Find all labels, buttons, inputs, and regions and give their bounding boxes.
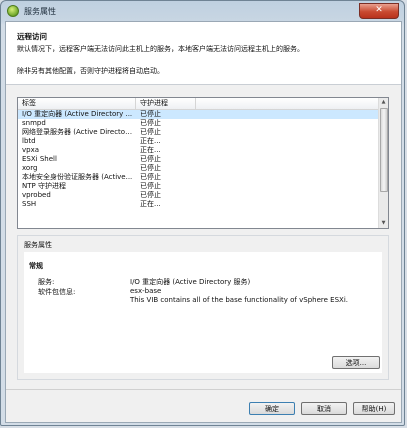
title-bar[interactable]: 服务属性 ✕: [1, 1, 404, 21]
window-title: 服务属性: [24, 6, 56, 16]
row-status: 已停止: [140, 119, 161, 127]
row-label: snmpd: [22, 119, 46, 127]
list-row[interactable]: vprobed 已停止: [18, 191, 379, 200]
service-key: 服务:: [38, 278, 55, 286]
row-label: xorg: [22, 164, 38, 172]
row-status: 已停止: [140, 173, 161, 181]
list-row[interactable]: vpxa 正在...: [18, 146, 379, 155]
service-properties-window: 服务属性 ✕ 远程访问 默认情况下，远程客户端无法访问此主机上的服务，本地客户端…: [0, 0, 405, 426]
help-button[interactable]: 帮助(H): [353, 402, 395, 415]
list-scrollbar[interactable]: ▲ ▼: [378, 98, 388, 228]
service-value: I/O 重定向器 (Active Directory 服务): [130, 278, 251, 286]
header-title: 远程访问: [17, 32, 47, 41]
list-row[interactable]: 本地安全身份验证服务器 (Active... 已停止: [18, 173, 379, 182]
row-status: 已停止: [140, 155, 161, 163]
dialog-header: 远程访问 默认情况下，远程客户端无法访问此主机上的服务，本地客户端无法访问远程主…: [6, 22, 401, 85]
row-label: vpxa: [22, 146, 40, 154]
scroll-up-arrow-icon[interactable]: ▲: [379, 98, 388, 107]
general-section-title: 常规: [29, 262, 43, 270]
header-note: 除非另有其他配置，否则守护进程将自动启动。: [17, 67, 164, 75]
package-name: esx-base: [130, 287, 162, 295]
footer-divider: [6, 389, 401, 390]
row-label: 本地安全身份验证服务器 (Active...: [22, 173, 133, 181]
list-row[interactable]: lbtd 正在...: [18, 137, 379, 146]
list-row[interactable]: I/O 重定向器 (Active Directory ... 已停止: [18, 110, 379, 119]
row-status: 已停止: [140, 110, 161, 118]
row-label: I/O 重定向器 (Active Directory ...: [22, 110, 133, 118]
properties-group-label: 服务属性: [24, 241, 52, 249]
row-label: NTP 守护进程: [22, 182, 66, 190]
row-label: SSH: [22, 200, 37, 208]
header-description: 默认情况下，远程客户端无法访问此主机上的服务，本地客户端无法访问远程主机上的服务…: [17, 45, 304, 53]
row-status: 已停止: [140, 128, 161, 136]
row-status: 正在...: [140, 137, 161, 145]
package-description: This VIB contains all of the base functi…: [130, 296, 348, 304]
row-status: 正在...: [140, 146, 161, 154]
list-row[interactable]: snmpd 已停止: [18, 119, 379, 128]
services-list[interactable]: 标签 守护进程 I/O 重定向器 (Active Directory ... 已停…: [17, 97, 389, 229]
row-label: ESXi Shell: [22, 155, 57, 163]
column-header-daemon[interactable]: 守护进程: [136, 98, 196, 109]
row-status: 已停止: [140, 182, 161, 190]
ok-button[interactable]: 确定: [249, 402, 295, 415]
row-status: 已停止: [140, 191, 161, 199]
row-label: lbtd: [22, 137, 36, 145]
properties-panel: 常规 服务: I/O 重定向器 (Active Directory 服务) 软件…: [24, 252, 382, 373]
list-row[interactable]: xorg 已停止: [18, 164, 379, 173]
row-status: 已停止: [140, 164, 161, 172]
row-label: vprobed: [22, 191, 51, 199]
list-row[interactable]: ESXi Shell 已停止: [18, 155, 379, 164]
dialog-client-area: 远程访问 默认情况下，远程客户端无法访问此主机上的服务，本地客户端无法访问远程主…: [5, 21, 402, 423]
list-rows: I/O 重定向器 (Active Directory ... 已停止 snmpd 已…: [18, 110, 379, 209]
vsphere-app-icon: [7, 5, 19, 17]
close-button[interactable]: ✕: [359, 3, 399, 19]
package-key: 软件包信息:: [38, 288, 76, 296]
list-header: 标签 守护进程: [18, 98, 379, 110]
options-button[interactable]: 选项...: [332, 356, 380, 369]
column-header-label[interactable]: 标签: [18, 98, 136, 109]
cancel-button[interactable]: 取消: [301, 402, 347, 415]
row-status: 正在...: [140, 200, 161, 208]
scroll-down-arrow-icon[interactable]: ▼: [379, 219, 388, 228]
scrollbar-thumb[interactable]: [380, 108, 388, 192]
list-row[interactable]: 网络登录服务器 (Active Directory ... 已停止: [18, 128, 379, 137]
row-label: 网络登录服务器 (Active Directory ...: [22, 128, 134, 136]
list-row[interactable]: SSH 正在...: [18, 200, 379, 209]
list-row[interactable]: NTP 守护进程 已停止: [18, 182, 379, 191]
